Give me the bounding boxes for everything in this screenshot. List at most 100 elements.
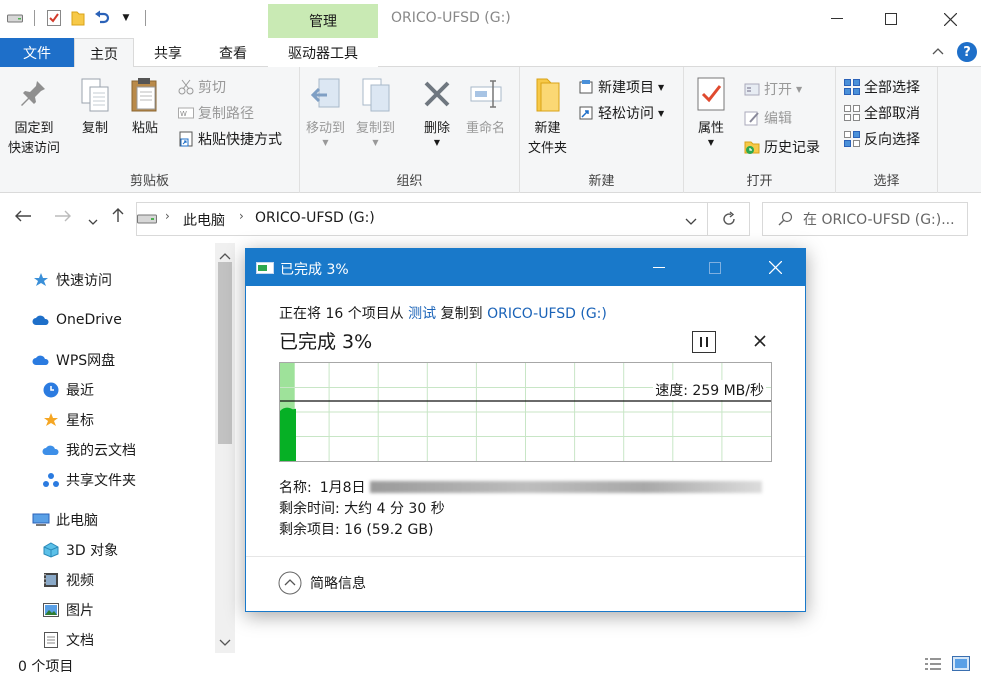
nav-label: 最近 [66, 383, 94, 399]
destination-link[interactable]: ORICO-UFSD (G:) [487, 306, 607, 322]
fewer-details-toggle[interactable]: 简略信息 [278, 571, 366, 595]
search-box[interactable]: 在 ORICO-UFSD (G:)... [762, 202, 968, 236]
open-icon [744, 83, 760, 96]
nav-item-pictures[interactable]: 图片 [42, 599, 94, 621]
cut-button[interactable]: 剪切 [178, 75, 226, 99]
nav-item-this-pc[interactable]: 此电脑 [32, 509, 98, 531]
nav-item-quick-access[interactable]: 快速访问 [32, 269, 112, 291]
forward-button[interactable] [54, 207, 72, 228]
history-label: 历史记录 [764, 140, 820, 156]
copy-icon [81, 78, 109, 112]
paste-shortcut-button[interactable]: 粘贴快捷方式 [178, 127, 282, 151]
dialog-maximize-button[interactable] [692, 249, 738, 286]
dialog-minimize-button[interactable] [636, 249, 682, 286]
recent-locations-button[interactable] [88, 210, 98, 231]
customize-toolbar-icon[interactable]: ▼ [117, 9, 135, 27]
nav-item-3d-objects[interactable]: 3D 对象 [42, 539, 118, 561]
clipboard-group-label: 剪贴板 [129, 174, 169, 189]
copy-description: 正在将 16 个项目从 测试 复制到 ORICO-UFSD (G:) [279, 303, 607, 323]
up-arrow-icon [112, 208, 124, 222]
help-icon[interactable]: ? [957, 42, 977, 62]
nav-scrollbar-thumb[interactable] [218, 262, 232, 444]
easy-access-button[interactable]: 轻松访问 ▼ [578, 101, 664, 125]
properties-icon[interactable] [45, 9, 63, 27]
breadcrumb-this-pc[interactable]: 此电脑 [183, 210, 225, 230]
address-history-dropdown[interactable] [685, 215, 697, 230]
cancel-copy-button[interactable] [754, 335, 766, 351]
move-to-label: 移动到 [306, 121, 346, 136]
dialog-close-button[interactable] [752, 249, 798, 286]
open-button[interactable]: 打开 ▼ [744, 77, 802, 101]
pin-to-quick-access-button[interactable]: 固定到 快速访问 [8, 75, 60, 159]
nav-item-my-cloud-docs[interactable]: 我的云文档 [42, 439, 136, 461]
copy-button[interactable]: 复制 [78, 75, 112, 139]
new-folder-button[interactable]: 新建 文件夹 [528, 75, 567, 159]
nav-item-onedrive[interactable]: OneDrive [32, 309, 122, 331]
svg-text:W: W [180, 110, 187, 118]
select-none-button[interactable]: 全部取消 [844, 101, 920, 125]
nav-item-shared-folders[interactable]: 共享文件夹 [42, 469, 136, 491]
properties-button[interactable]: 属性 ▼ [694, 75, 728, 147]
nav-item-videos[interactable]: 视频 [42, 569, 94, 591]
nav-item-recent[interactable]: 最近 [42, 379, 94, 401]
source-folder-link[interactable]: 测试 [408, 306, 436, 322]
search-icon [778, 211, 793, 226]
speed-area [280, 407, 296, 461]
nav-label: 共享文件夹 [66, 473, 136, 489]
breadcrumb-separator-icon: › [165, 209, 170, 223]
nav-item-starred[interactable]: 星标 [42, 409, 94, 431]
nav-item-documents[interactable]: 文档 [42, 629, 94, 651]
clock-icon [42, 381, 60, 399]
large-icons-view-icon[interactable] [952, 656, 970, 675]
invert-selection-button[interactable]: 反向选择 [844, 127, 920, 151]
copy-path-button[interactable]: W 复制路径 [178, 101, 254, 125]
fewer-details-label: 简略信息 [310, 576, 366, 592]
delete-button[interactable]: 删除 ▼ [420, 75, 454, 147]
edit-button[interactable]: 编辑 [744, 106, 792, 130]
tab-share[interactable]: 共享 [140, 38, 196, 67]
address-bar[interactable]: › 此电脑 › ORICO-UFSD (G:) [136, 202, 708, 236]
easy-access-icon [579, 106, 593, 120]
copy-to-button[interactable]: 复制到 ▼ [356, 75, 395, 147]
details-view-icon[interactable] [924, 657, 942, 675]
close-button[interactable] [926, 0, 974, 38]
tab-file[interactable]: 文件 [0, 38, 74, 67]
minimize-button[interactable] [813, 0, 861, 38]
back-button[interactable] [14, 207, 32, 228]
collapse-ribbon-icon[interactable] [932, 44, 944, 58]
paste-button[interactable]: 粘贴 [128, 75, 162, 139]
up-button[interactable] [111, 207, 125, 228]
nav-item-wps-drive[interactable]: WPS网盘 [32, 349, 115, 371]
rename-label: 重命名 [466, 121, 506, 136]
undo-icon[interactable] [93, 9, 111, 27]
window-title: ORICO-UFSD (G:) [391, 10, 511, 26]
time-remaining: 剩余时间: 大约 4 分 30 秒 [279, 501, 445, 517]
new-folder-icon[interactable] [69, 9, 87, 27]
star-icon [32, 271, 50, 289]
chevron-down-icon [88, 219, 98, 225]
new-folder-label-2: 文件夹 [528, 141, 568, 156]
speed-label: 速度: 259 MB/秒 [653, 380, 766, 400]
refresh-button[interactable] [708, 202, 750, 236]
tab-home[interactable]: 主页 [74, 38, 134, 68]
rename-button[interactable]: 重命名 [466, 75, 505, 139]
chevron-down-icon [685, 218, 697, 225]
breadcrumb-drive[interactable]: ORICO-UFSD (G:) [255, 210, 375, 226]
select-all-button[interactable]: 全部选择 [844, 75, 920, 99]
new-item-button[interactable]: 新建项目 ▼ [578, 75, 664, 99]
copy-label: 复制 [81, 121, 108, 136]
rename-icon [470, 80, 501, 108]
tab-drive-tools[interactable]: 驱动器工具 [268, 38, 378, 67]
maximize-button[interactable] [867, 0, 915, 38]
open-dropdown-icon: ▼ [796, 84, 803, 94]
history-button[interactable]: 历史记录 [744, 135, 820, 159]
pin-label-1: 固定到 [14, 121, 54, 136]
pause-button[interactable] [692, 331, 716, 353]
manage-context-tab[interactable]: 管理 [268, 4, 378, 38]
item-count: 0 个项目 [18, 659, 74, 675]
scroll-down-icon[interactable] [219, 636, 231, 651]
folder-icon [536, 78, 559, 112]
move-to-button[interactable]: 移动到 ▼ [306, 75, 345, 147]
tab-view[interactable]: 查看 [204, 38, 262, 67]
cloud-icon [32, 351, 50, 369]
